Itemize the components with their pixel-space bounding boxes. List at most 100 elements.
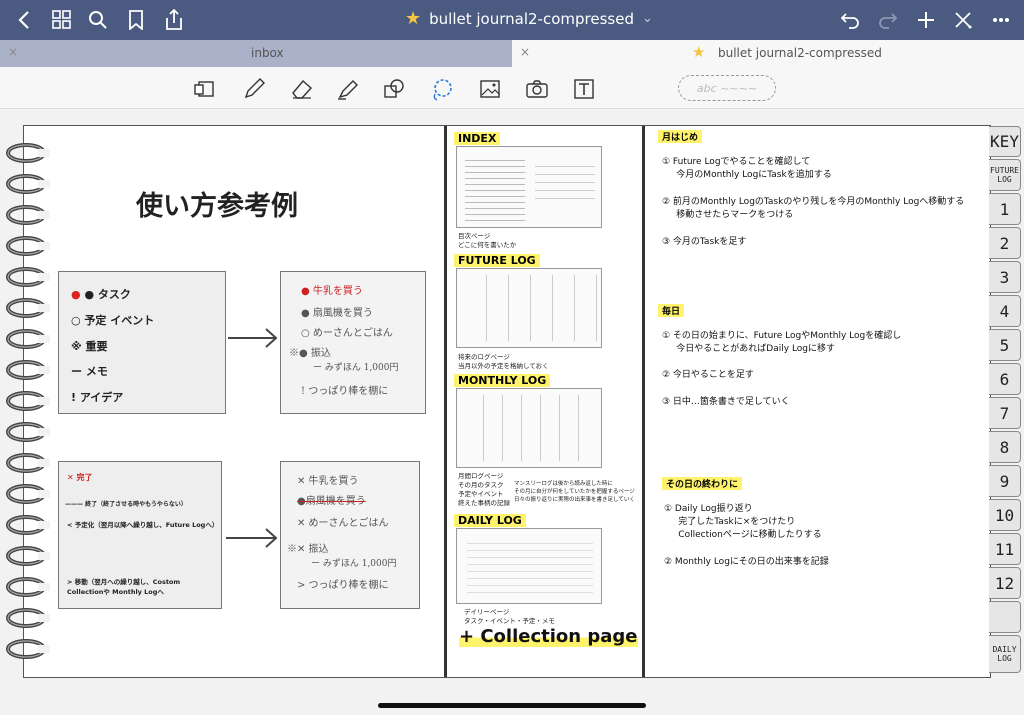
heading-end-of-day: その日の終わりに (662, 477, 743, 490)
index-tab[interactable]: FUTURE LOG (989, 159, 1021, 191)
index-tab[interactable]: KEY (989, 126, 1021, 157)
spiral-ring (4, 575, 50, 599)
tools-toolbar: abc ~~~~ (0, 67, 1024, 109)
instruction-item: ② 前月のMonthly LogのTaskのやり残しを今月のMonthly Lo… (662, 197, 965, 220)
instruction-item: ① その日の始まりに、Future LogやMonthly Logを確認し 今日… (662, 331, 902, 354)
pen-settings-icon[interactable] (949, 6, 977, 34)
document-title[interactable]: ★ bullet journal2-compressed ⌄ (405, 8, 653, 29)
spiral-ring (4, 606, 50, 630)
redo-icon[interactable] (874, 6, 902, 34)
index-tab[interactable] (989, 601, 1021, 633)
example-line: ー みずほん 1,000円 (311, 559, 397, 569)
index-tab[interactable]: 10 (989, 499, 1021, 531)
instruction-item: ① Daily Log振り返り 完了したTaskに×をつけたり Collecti… (664, 504, 822, 540)
thumbnail-grid (465, 395, 597, 461)
tab-bar: × inbox × ★ bullet journal2-compressed (0, 40, 1024, 67)
back-icon[interactable] (10, 6, 38, 34)
legend-item: ——— 終了（終了させる時やもうやらない） (65, 501, 187, 508)
close-icon[interactable]: × (520, 45, 530, 59)
index-tab[interactable]: 12 (989, 567, 1021, 599)
column-divider (642, 126, 645, 677)
example-line: ●扇風機を買う (297, 496, 366, 507)
spiral-ring (4, 451, 50, 475)
example-line: ● 牛乳を買う (301, 286, 363, 297)
tab-inbox[interactable]: × inbox (0, 40, 512, 67)
undo-icon[interactable] (836, 6, 864, 34)
arrow-right-icon (228, 328, 278, 348)
lasso-icon[interactable] (428, 75, 456, 103)
index-tab[interactable]: 2 (989, 227, 1021, 259)
image-icon[interactable] (476, 75, 504, 103)
document-title-text: bullet journal2-compressed (429, 9, 634, 28)
share-icon[interactable] (160, 6, 188, 34)
index-tab[interactable]: 7 (989, 397, 1021, 429)
spiral-ring (4, 420, 50, 444)
instruction-item: ① Future Logでやることを確認して 今月のMonthly LogにTa… (662, 157, 832, 180)
arrow-right-icon (226, 528, 278, 548)
index-tab[interactable]: 9 (989, 465, 1021, 497)
example-line: ー みずほん 1,000円 (313, 363, 399, 373)
document-canvas[interactable]: 使い方参考例 ● ● タスク ○ 予定 イベント ※ 重要 ー メモ ! アイデ… (0, 109, 1024, 715)
spiral-ring (4, 389, 50, 413)
index-tab[interactable]: 4 (989, 295, 1021, 327)
monthly-log-caption: 月間ログページ その月のタスク 予定やイベント 終えた事柄の記録 (458, 472, 510, 507)
thumbnails-icon[interactable] (48, 6, 76, 34)
search-icon[interactable] (84, 6, 112, 34)
read-mode-icon[interactable] (190, 75, 218, 103)
star-icon: ★ (692, 43, 706, 61)
legend-item: ✕ 完了 (67, 473, 93, 482)
handwriting-to-text-lasso[interactable]: abc ~~~~ (678, 75, 776, 101)
index-tab[interactable]: 11 (989, 533, 1021, 565)
add-page-icon[interactable] (912, 6, 940, 34)
index-tab[interactable]: DAILY LOG (989, 635, 1021, 673)
pen-icon[interactable] (240, 75, 268, 103)
tab-label: inbox (251, 46, 284, 60)
text-tool-icon[interactable] (570, 75, 598, 103)
highlighter-icon[interactable] (334, 75, 362, 103)
close-icon[interactable]: × (8, 45, 18, 59)
index-tab[interactable]: 6 (989, 363, 1021, 395)
spiral-ring (4, 358, 50, 382)
index-tab[interactable]: 1 (989, 193, 1021, 225)
index-tab[interactable]: 8 (989, 431, 1021, 463)
example-line: ※✕ 振込 (287, 544, 329, 555)
section-heading-index: INDEX (454, 132, 501, 145)
instruction-item: ② Monthly Logにその日の出来事を記録 (664, 557, 829, 567)
example-line: ✕ 牛乳を買う (297, 476, 359, 487)
page-main-title: 使い方参考例 (136, 191, 298, 222)
legend-item: ○ 予定 イベント (71, 314, 155, 327)
example-line: ※● 振込 (289, 348, 331, 359)
legend-item: < 予定化（翌月以降へ繰り越し、Future Logへ） (67, 521, 219, 529)
legend-item: > 移動（翌月への繰り越し、Costom Collectionや Monthly… (67, 578, 181, 596)
daily-log-caption: デイリーページ タスク・イベント・予定・メモ (464, 608, 555, 625)
spiral-ring (4, 544, 50, 568)
legend-item: ● ● タスク (71, 288, 131, 301)
column-divider (444, 126, 447, 677)
section-heading-monthly-log: MONTHLY LOG (454, 374, 551, 387)
spiral-ring (4, 513, 50, 537)
shapes-icon[interactable] (380, 75, 408, 103)
index-tab[interactable]: 3 (989, 261, 1021, 293)
legend-item: ※ 重要 (71, 340, 108, 353)
example-box-1: ● 牛乳を買う ● 扇風機を買う ○ めーさんとごはん ※● 振込 ー みずほん… (280, 271, 426, 414)
camera-icon[interactable] (523, 75, 551, 103)
thumbnail-grid (465, 275, 597, 341)
spiral-ring (4, 141, 50, 165)
more-icon[interactable] (987, 6, 1015, 34)
heading-month-start: 月はじめ (658, 130, 703, 143)
future-log-caption: 将来のログページ 当月以外の予定を格納しておく (458, 353, 549, 370)
legend-box-status: ✕ 完了 ——— 終了（終了させる時やもうやらない） < 予定化（翌月以降へ繰り… (58, 461, 222, 609)
notebook-page[interactable]: 使い方参考例 ● ● タスク ○ 予定 イベント ※ 重要 ー メモ ! アイデ… (23, 125, 991, 678)
thumbnail-lines (535, 159, 595, 199)
section-heading-future-log: FUTURE LOG (454, 254, 540, 267)
index-tab[interactable]: 5 (989, 329, 1021, 361)
tab-bullet-journal[interactable]: × ★ bullet journal2-compressed (512, 40, 1024, 67)
index-thumbnail (456, 146, 602, 228)
bookmark-icon[interactable] (122, 6, 150, 34)
monthly-log-note: マンスリーログは後から読み返した時に その月に自分が何をしていたかを把握するペー… (514, 481, 635, 503)
home-indicator (378, 703, 646, 708)
spiral-ring (4, 265, 50, 289)
future-log-thumbnail (456, 268, 602, 348)
tab-label: bullet journal2-compressed (718, 46, 882, 60)
eraser-icon[interactable] (288, 75, 316, 103)
